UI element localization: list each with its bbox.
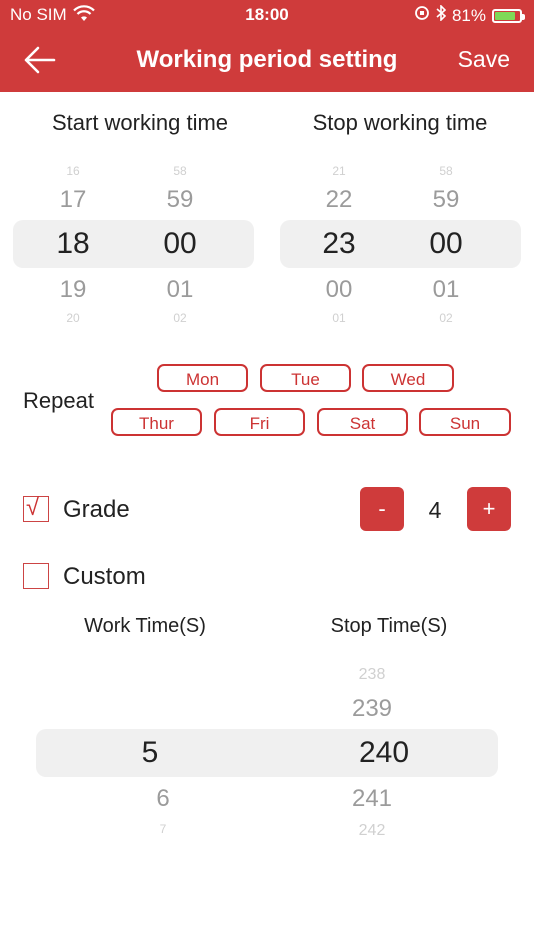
picker-item: 7 xyxy=(159,823,167,835)
stop-time-selected: 240 xyxy=(358,736,410,769)
picker-item: 02 xyxy=(439,312,453,324)
picker-item: 22 xyxy=(325,186,353,213)
battery-icon xyxy=(492,8,525,23)
picker-item: 58 xyxy=(439,165,453,177)
status-right: 81% xyxy=(414,4,525,26)
picker-item: 01 xyxy=(432,276,460,303)
picker-item: 59 xyxy=(432,186,460,213)
day-button-wed[interactable]: Wed xyxy=(362,364,454,392)
picker-item: 02 xyxy=(173,312,187,324)
picker-item: 19 xyxy=(59,276,87,303)
start-working-time-title: Start working time xyxy=(51,110,229,135)
status-bar: No SIM 18:00 81% xyxy=(0,0,534,30)
picker-item: 238 xyxy=(358,667,386,683)
stop-time-title: Stop Time(S) xyxy=(330,615,448,637)
picker-item: 01 xyxy=(332,312,346,324)
grade-plus-button[interactable]: + xyxy=(467,487,511,531)
custom-label: Custom xyxy=(63,563,146,590)
picker-item: 01 xyxy=(166,276,194,303)
picker-item: 6 xyxy=(156,785,170,812)
custom-checkbox[interactable] xyxy=(23,563,49,589)
bluetooth-icon xyxy=(436,4,447,26)
picker-item: 17 xyxy=(59,186,87,213)
page-title: Working period setting xyxy=(136,46,398,73)
day-button-sun[interactable]: Sun xyxy=(419,408,511,436)
day-button-tue[interactable]: Tue xyxy=(260,364,351,392)
battery-percent: 81% xyxy=(451,5,486,25)
picker-item: 16 xyxy=(66,165,80,177)
picker-item: 20 xyxy=(66,312,80,324)
picker-item: 239 xyxy=(351,695,393,722)
picker-item: 242 xyxy=(358,823,386,835)
picker-item: 00 xyxy=(325,276,353,303)
picker-item: 21 xyxy=(332,165,346,177)
navigation-bar: Working period setting Save xyxy=(0,30,534,92)
day-button-sat[interactable]: Sat xyxy=(317,408,408,436)
orientation-lock-icon xyxy=(414,5,430,26)
repeat-label: Repeat xyxy=(23,388,94,413)
seconds-picker-selection-band xyxy=(36,729,498,777)
grade-value: 4 xyxy=(428,497,442,523)
start-hour-selected: 18 xyxy=(56,227,90,260)
stop-minute-selected: 00 xyxy=(429,227,463,260)
stop-hour-selected: 23 xyxy=(322,227,356,260)
picker-item: 241 xyxy=(351,785,393,812)
grade-checkbox[interactable]: √ xyxy=(23,494,49,522)
day-button-fri[interactable]: Fri xyxy=(214,408,305,436)
day-button-thur[interactable]: Thur xyxy=(111,408,202,436)
picker-item: 58 xyxy=(173,165,187,177)
save-button[interactable]: Save xyxy=(458,46,510,73)
app-header: No SIM 18:00 81% Working period setting … xyxy=(0,0,534,92)
checkmark-icon: √ xyxy=(26,494,40,521)
day-button-mon[interactable]: Mon xyxy=(157,364,248,392)
stop-working-time-title: Stop working time xyxy=(312,110,488,135)
start-minute-selected: 00 xyxy=(163,227,197,260)
picker-item: 59 xyxy=(166,186,194,213)
grade-minus-button[interactable]: - xyxy=(360,487,404,531)
work-time-selected: 5 xyxy=(141,736,159,769)
work-time-title: Work Time(S) xyxy=(84,615,206,637)
grade-label: Grade xyxy=(63,496,130,523)
